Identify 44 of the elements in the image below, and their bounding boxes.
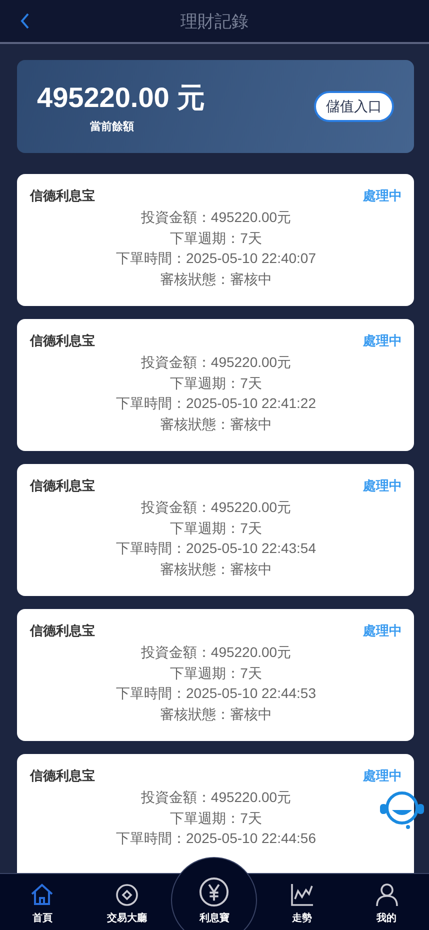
record-detail: 下單時間：2025-05-10 22:44:56	[115, 829, 317, 848]
product-name: 信德利息宝	[30, 767, 95, 785]
nav-tab[interactable]: 首頁	[2, 882, 82, 930]
home-icon	[29, 882, 56, 908]
product-name: 信德利息宝	[30, 187, 95, 205]
record-detail: 下單週期：7天	[169, 228, 263, 248]
record-detail: 投資金額：495220.00元	[140, 353, 292, 372]
nav-tab[interactable]: 走勢	[262, 882, 342, 930]
product-name: 信德利息宝	[30, 477, 95, 495]
status-label: 處理中	[363, 622, 402, 640]
record-detail: 審核狀態：審核中	[159, 270, 273, 288]
record-detail: 投資金額：495220.00元	[140, 498, 292, 517]
nav-tab[interactable]: 利息寶	[171, 857, 258, 930]
record-detail: 審核狀態：審核中	[159, 560, 273, 578]
page-title: 理財記錄	[180, 10, 248, 32]
record-detail: 審核狀態：審核中	[159, 704, 273, 724]
nav-tab[interactable]: 交易大廳	[86, 882, 167, 930]
deposit-button[interactable]: 儲值入口	[314, 91, 394, 122]
record-detail: 下單週期：7天	[169, 374, 263, 392]
record-detail: 下單時間：2025-05-10 22:43:54	[115, 539, 317, 558]
status-label: 處理中	[363, 332, 402, 350]
back-icon[interactable]	[20, 13, 30, 29]
user-icon	[374, 882, 400, 908]
record-detail: 下單時間：2025-05-10 22:44:53	[115, 684, 317, 703]
record-detail: 投資金額：495220.00元	[140, 788, 292, 807]
coin-icon	[114, 882, 140, 908]
record-detail: 下單週期：7天	[169, 664, 263, 682]
product-name: 信德利息宝	[30, 332, 95, 350]
record-detail: 下單時間：2025-05-10 22:41:22	[115, 394, 317, 413]
status-label: 處理中	[363, 187, 402, 205]
chart-icon	[289, 882, 316, 908]
record-detail: 下單時間：2025-05-10 22:40:07	[115, 249, 317, 268]
status-label: 處理中	[363, 477, 402, 495]
status-label: 處理中	[363, 767, 402, 785]
record-detail: 投資金額：495220.00元	[140, 208, 292, 227]
record-detail: 審核狀態：審核中	[159, 414, 273, 434]
record-detail: 下單週期：7天	[169, 518, 263, 538]
nav-tab[interactable]: 我的	[346, 882, 427, 930]
record-detail: 投資金額：495220.00元	[140, 643, 292, 662]
balance-label: 當前餘額	[89, 120, 135, 134]
yen-icon	[198, 876, 230, 908]
record-detail: 下單週期：7天	[169, 808, 263, 828]
balance-amount: 495220.00 元	[37, 81, 206, 115]
product-name: 信德利息宝	[30, 622, 95, 640]
